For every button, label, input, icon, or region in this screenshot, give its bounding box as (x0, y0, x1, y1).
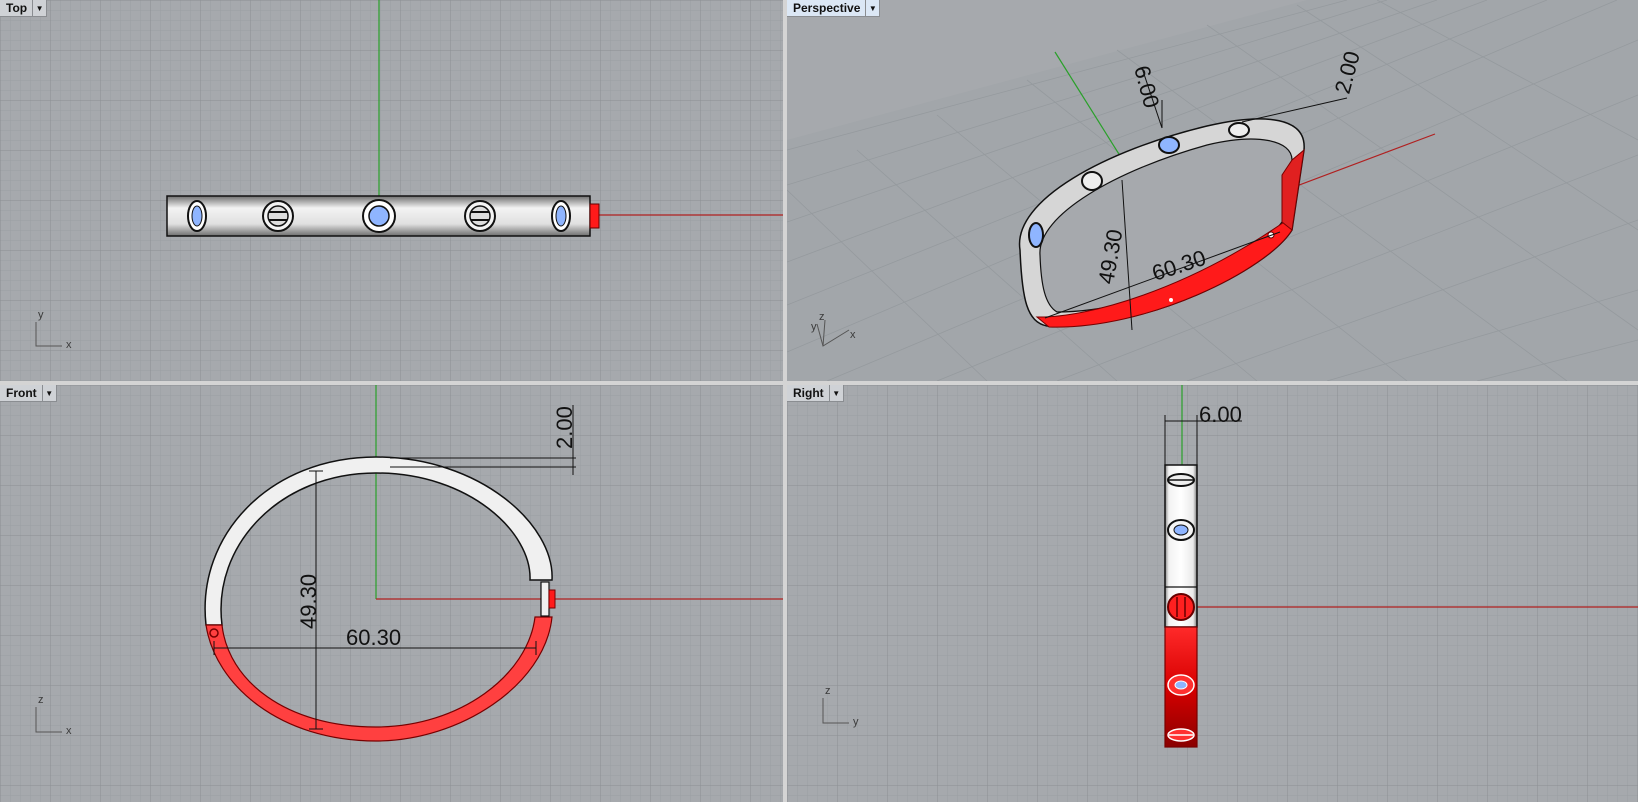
dropdown-arrow-icon[interactable]: ▼ (865, 0, 879, 16)
axis-label-z: z (38, 694, 44, 706)
dimension-width: 60.30 (346, 625, 401, 650)
gem-icon (1167, 674, 1195, 696)
dimension-thickness: 2.00 (552, 406, 577, 449)
gem-icon (362, 199, 396, 233)
dropdown-arrow-icon[interactable]: ▼ (828, 385, 843, 401)
gem-icon (187, 200, 207, 232)
bracelet-right-view (1164, 464, 1198, 748)
axis-label-x: x (850, 329, 856, 341)
axis-label-y: y (811, 321, 817, 333)
screw-icon (1167, 593, 1195, 621)
screw-icon (464, 200, 496, 232)
viewport-title-top[interactable]: Top ▼ (0, 0, 48, 17)
viewport-title-perspective[interactable]: Perspective ▼ (787, 0, 881, 17)
gem-icon (551, 200, 571, 232)
axis-label-x: x (66, 339, 72, 351)
viewport-label: Right (793, 386, 824, 400)
viewport-right[interactable]: 6.00 z y Right ▼ (787, 385, 1638, 802)
viewport-title-front[interactable]: Front ▼ (0, 385, 57, 402)
viewport-front[interactable]: 49.30 60.30 2.00 z x Front ▼ (0, 385, 783, 802)
viewport-perspective[interactable]: 49.30 60.30 2.00 6.00 y z x Perspective … (787, 0, 1638, 381)
viewport-label: Perspective (793, 1, 861, 15)
right-scene[interactable]: 6.00 z y (787, 385, 1638, 802)
screw-icon (1081, 171, 1103, 191)
axis-label-y: y (38, 309, 44, 321)
screw-icon (1167, 473, 1195, 487)
screw-icon (262, 200, 294, 232)
front-scene[interactable]: 49.30 60.30 2.00 z x (0, 385, 783, 802)
perspective-scene[interactable]: 49.30 60.30 2.00 6.00 y z x (787, 0, 1638, 381)
screw-icon (1167, 728, 1195, 742)
viewport-label: Front (6, 386, 37, 400)
axis-label-y: y (853, 716, 859, 728)
dropdown-arrow-icon[interactable]: ▼ (32, 0, 46, 16)
dropdown-arrow-icon[interactable]: ▼ (41, 385, 56, 401)
gem-icon (1158, 136, 1180, 154)
axis-label-z: z (819, 311, 825, 323)
gem-icon (1167, 519, 1195, 541)
dimension-width: 6.00 (1199, 402, 1242, 427)
gem-icon (1028, 222, 1044, 248)
bracelet-top-view (166, 195, 600, 237)
viewport-label: Top (6, 1, 28, 15)
axis-label-x: x (66, 725, 72, 737)
screw-icon (1228, 122, 1250, 138)
viewport-top[interactable]: y x Top ▼ (0, 0, 783, 381)
viewport-title-right[interactable]: Right ▼ (787, 385, 844, 402)
top-scene[interactable]: y x (0, 0, 783, 381)
dimension-height: 49.30 (296, 574, 321, 629)
axis-label-z: z (825, 685, 831, 697)
